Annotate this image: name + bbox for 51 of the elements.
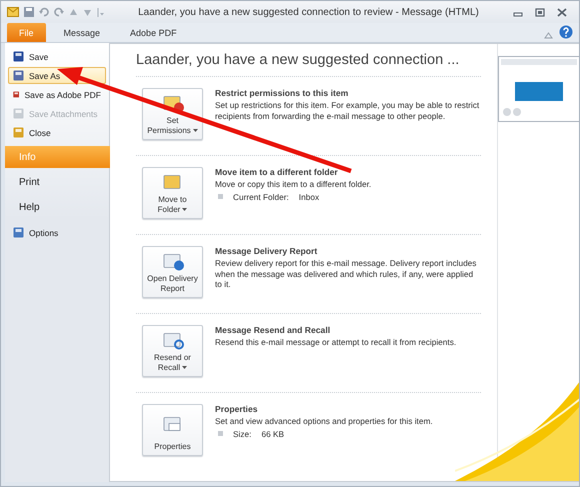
backstage-tab[interactable]: Help [5,196,109,218]
section-title: Properties [215,404,259,414]
section-title: Move item to a different folder [215,167,339,177]
action-button[interactable]: Properties [142,404,203,456]
up-arrow-icon[interactable] [69,8,78,16]
ribbon-tab[interactable]: Message [52,23,112,42]
down-arrow-icon[interactable] [83,8,92,16]
customize-icon[interactable] [97,8,104,16]
detail-value: 66 KB [261,428,284,438]
restore-icon[interactable] [535,8,545,16]
action-button[interactable]: Move to Folder [142,167,203,219]
menu-command[interactable]: Save [8,48,106,65]
window-title: Laander, you have a new suggested connection to review - Message (HTML) [137,6,480,18]
envelope-icon[interactable] [7,7,19,17]
caret-icon [182,208,188,212]
help-icon[interactable] [559,25,573,39]
caret-icon [192,129,198,133]
command-icon [13,89,20,100]
action-button[interactable]: Open Delivery Report [142,246,203,298]
section-description: Review delivery report for this e-mail message. Delivery report includes when the message was delivered and which rules, if any, were applied to it. [215,258,478,290]
backstage-tab[interactable]: Print [5,171,109,193]
detail-label: Current Folder: [233,192,289,202]
command-icon [13,108,24,119]
detail-label: Size: [233,428,252,438]
command-icon [13,127,24,138]
section-description: Set up restrictions for this item. For example, you may be able to restrict recipients from forwarding the e-mail message to other people. [215,100,480,121]
collapse-ribbon-icon[interactable] [544,32,553,39]
action-button[interactable]: Resend or Recall [142,325,203,377]
action-button[interactable]: Set Permissions [142,88,203,140]
section-title: Message Resend and Recall [215,325,332,335]
section-description: Move or copy this item to a different folder. [215,179,372,190]
section-description: Set and view advanced options and properties for this item. [215,416,434,426]
undo-icon[interactable] [39,7,49,17]
menu-command[interactable]: Close [8,124,106,141]
section-description: Resend this e-mail message or attempt to recall it from recipients. [215,337,458,348]
redo-icon[interactable] [54,7,64,17]
menu-command[interactable]: Save as Adobe PDF [8,86,106,103]
detail-value: Inbox [298,192,320,202]
save-icon[interactable] [24,7,34,17]
bullet-icon [218,431,223,436]
command-icon [13,70,24,81]
caret-icon [182,366,188,370]
command-icon [13,227,24,238]
section-title: Message Delivery Report [215,246,318,256]
section-title: Restrict permissions to this item [215,88,350,98]
command-icon [13,51,24,62]
menu-command[interactable]: Options [8,224,106,241]
ribbon-tab[interactable]: Adobe PDF [118,23,189,42]
bullet-icon [218,194,223,199]
close-icon[interactable] [557,8,567,16]
item-heading: Laander, you have a new suggested connection ... [136,52,481,77]
